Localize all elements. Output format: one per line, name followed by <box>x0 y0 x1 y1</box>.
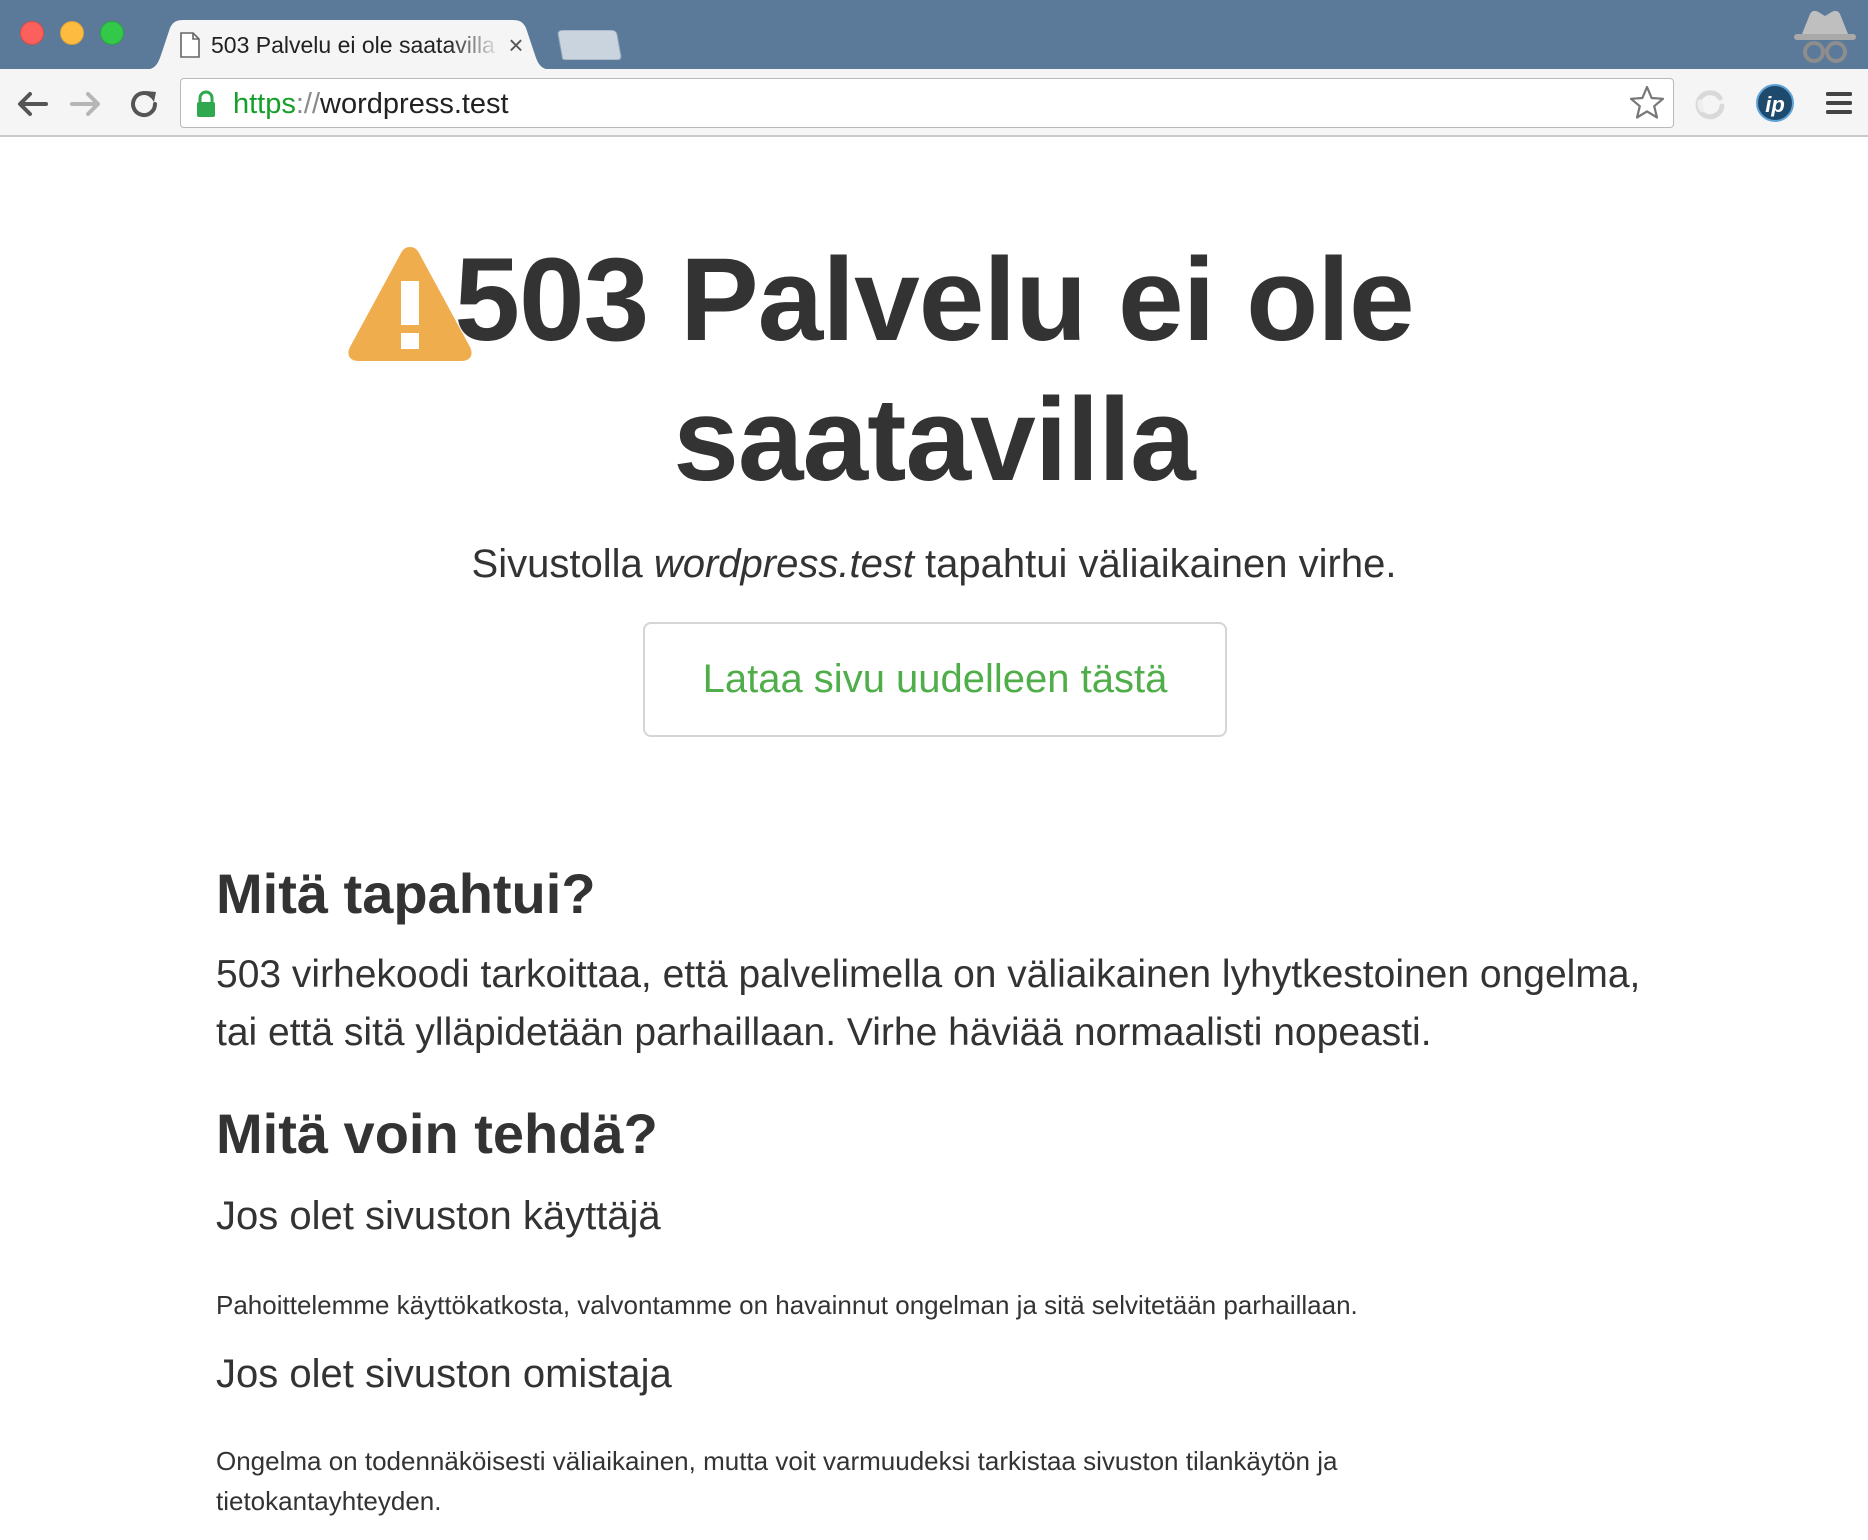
address-url[interactable]: https://wordpress.test <box>233 85 509 123</box>
subtitle-site: wordpress.test <box>653 542 914 586</box>
what-happened-heading: Mitä tapahtui? <box>216 862 596 925</box>
browser-menu-icon[interactable] <box>1824 88 1854 118</box>
reload-page-button[interactable]: Lataa sivu uudelleen tästä <box>643 622 1227 737</box>
url-scheme: https <box>233 88 296 120</box>
extension-ip-icon[interactable]: ip <box>1756 84 1794 122</box>
subtitle-suffix: tapahtui väliaikainen virhe. <box>913 542 1397 586</box>
subtitle-prefix: Sivustolla <box>471 542 654 586</box>
tab-title: 503 Palvelu ei ole saatavilla <box>211 32 495 58</box>
extension-sync-icon[interactable] <box>1690 84 1730 124</box>
what-happened-text: 503 virhekoodi tarkoittaa, että palvelim… <box>216 953 1641 1054</box>
incognito-icon <box>1794 10 1856 63</box>
window-minimize-button[interactable] <box>60 21 84 45</box>
lock-icon[interactable] <box>196 90 216 118</box>
what-can-i-do-heading: Mitä voin tehdä? <box>216 1102 658 1165</box>
site-user-text: Pahoittelemme käyttökatkosta, valvontamm… <box>216 1290 1358 1320</box>
tab-close-icon[interactable]: × <box>505 30 527 60</box>
back-arrow-icon[interactable] <box>14 86 50 122</box>
url-separator: :// <box>295 88 321 120</box>
reload-icon[interactable] <box>126 86 162 122</box>
page-title: 503 Palvelu ei ole saatavilla <box>454 234 1414 506</box>
forward-arrow-icon[interactable] <box>68 86 104 122</box>
site-owner-heading: Jos olet sivuston omistaja <box>216 1352 672 1396</box>
bookmark-star-icon[interactable] <box>1628 84 1666 122</box>
page-icon <box>180 32 200 58</box>
page-subtitle: Sivustolla wordpress.test tapahtui välia… <box>0 536 1868 592</box>
url-host: wordpress.test <box>320 88 509 120</box>
window-close-button[interactable] <box>20 21 44 45</box>
new-tab-button[interactable] <box>556 30 622 60</box>
site-user-heading: Jos olet sivuston käyttäjä <box>216 1194 661 1238</box>
site-owner-text: Ongelma on todennäköisesti väliaikainen,… <box>216 1446 1338 1516</box>
window-zoom-button[interactable] <box>100 21 124 45</box>
